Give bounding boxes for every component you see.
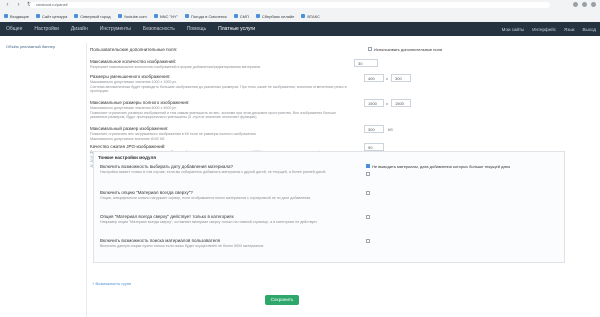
bookmark[interactable]: Сайт цензура <box>35 13 68 19</box>
bookmark-icon <box>301 14 306 18</box>
hide-future-label: Не выводить материалы, дата добавления к… <box>372 163 511 169</box>
user-search-label: Включить возможность поиска материалов п… <box>100 238 221 243</box>
full-size-label: Максимальные размеры полного изображения… <box>90 100 190 105</box>
module-settings-panel: Тонкие настройки модуля Включить возможн… <box>93 151 565 263</box>
thumb-width-input[interactable]: 400 <box>364 74 384 82</box>
language-link[interactable]: Язык <box>564 27 575 32</box>
nav-item-security[interactable]: Безопасность <box>137 26 181 32</box>
always-top-desc: Опция, специфически сильно нагружает сер… <box>100 196 312 200</box>
bookmark-label: Сайт цензура <box>41 13 68 19</box>
bookmark-label: Сбербанк онлайн <box>261 13 295 19</box>
always-top-categories-checkbox[interactable] <box>366 215 370 219</box>
thumb-size-desc: Максимально допустимые значения 1000 х 1… <box>90 80 347 94</box>
max-weight-unit: Кб <box>388 127 393 132</box>
bookmark-label: СМП <box>239 13 249 19</box>
save-button[interactable]: Сохранить <box>265 295 299 305</box>
bookmarks-bar: Входящие Сайт цензура Северный город You… <box>4 12 320 20</box>
address-bar[interactable]: cmsfood.ru/panel/ <box>30 2 550 8</box>
bookmark-icon <box>4 14 8 18</box>
bookmark-label: ВТАКС <box>307 13 320 19</box>
user-search-desc: Включить данную опцию нужно только если … <box>100 244 265 248</box>
max-weight-desc: Позволяет ограничить вес загружаемого из… <box>90 132 257 141</box>
date-select-checkbox[interactable] <box>366 172 370 176</box>
forward-icon[interactable]: › <box>15 2 22 9</box>
extension-icons <box>573 2 596 7</box>
bookmark-label: NNC "NY" <box>159 13 178 19</box>
thumb-height-input[interactable]: 300 <box>391 74 411 82</box>
nav-item-paid-services[interactable]: Платные услуги <box>212 26 261 32</box>
bookmark[interactable]: СМП <box>233 13 249 19</box>
nav-item-design[interactable]: Дизайн <box>65 26 94 32</box>
bookmark[interactable]: ВТАКС <box>301 14 320 19</box>
sidebar-title[interactable]: Объём рекламный баннер <box>6 44 55 49</box>
bookmark[interactable]: Северный город <box>74 13 111 19</box>
user-search-checkbox[interactable] <box>366 239 370 243</box>
top-right-menu: Мои сайты Интерфейс Язык Выход <box>502 22 596 36</box>
bookmark-label: Северный город <box>80 13 111 19</box>
my-sites-link[interactable]: Мои сайты <box>502 27 525 32</box>
logout-link[interactable]: Выход <box>583 27 596 32</box>
user-fields-label: Пользовательские дополнительные поля: <box>90 47 178 52</box>
groups-expand-link[interactable]: + Возможность групп <box>92 281 131 286</box>
full-height-input[interactable]: 1500 <box>391 99 411 107</box>
thumb-size-label: Размеры уменьшенного изображения: <box>90 74 171 79</box>
jpeg-quality-label: Качество сжатия JPG-изображений: <box>90 144 166 149</box>
times-sign: x <box>386 101 388 106</box>
always-top-categories-label: Опция "Материал всегда сверху" действует… <box>100 214 234 219</box>
bookmark-icon <box>117 14 122 18</box>
bookmark[interactable]: NNC "NY" <box>153 13 178 19</box>
bookmark-icon <box>184 14 189 18</box>
max-images-label: Максимальное количество изображений: <box>90 59 177 64</box>
max-images-desc: Разрешает максимальное количество изобра… <box>90 65 261 69</box>
bookmark-label: Погода в Смоленск <box>190 13 227 19</box>
interface-link[interactable]: Интерфейс <box>532 27 556 32</box>
bookmark[interactable]: Погода в Смоленск <box>184 13 227 19</box>
bookmark-icon <box>153 14 158 18</box>
bookmark[interactable]: Сбербанк онлайн <box>255 13 295 19</box>
full-size-desc: Максимально допустимые значения 4000 х 4… <box>90 106 337 120</box>
always-top-label: Включить опцию "Материал всегда сверху"? <box>100 190 193 195</box>
extension-icon[interactable] <box>582 2 587 7</box>
nav-item-tools[interactable]: Инструменты <box>94 26 137 32</box>
bookmark-icon <box>255 14 260 18</box>
bookmark-label: Youtube.com <box>123 13 147 19</box>
max-weight-label: Максимальный размер изображения: <box>90 126 169 131</box>
always-top-categories-desc: Например опция "Материал всегда сверху",… <box>100 220 318 224</box>
panel-title: Тонкие настройки модуля <box>98 155 156 160</box>
date-select-label: Включить возможность выбирать дату добав… <box>100 164 234 169</box>
nav-item-general[interactable]: Общее <box>0 26 28 32</box>
times-sign: x <box>386 76 388 81</box>
always-top-checkbox[interactable] <box>366 191 370 195</box>
max-images-select[interactable]: 30 <box>354 59 378 67</box>
nav-item-help[interactable]: Помощь <box>181 26 212 32</box>
bookmark-label: Входящие <box>10 13 29 19</box>
sidebar: Объём рекламный баннер <box>0 43 87 317</box>
bookmark-icon <box>74 14 79 18</box>
browser-chrome: ‹ › ↻ cmsfood.ru/panel/ Входящие Сайт це… <box>0 0 600 23</box>
bookmark[interactable]: Youtube.com <box>117 13 147 19</box>
user-fields-check-label: Использовать дополнительные поля <box>374 46 443 52</box>
max-weight-input[interactable]: 300 <box>364 125 384 133</box>
profile-icon[interactable] <box>591 2 596 7</box>
back-icon[interactable]: ‹ <box>4 2 11 9</box>
jpeg-quality-input[interactable]: 90 <box>364 143 384 151</box>
hide-future-checkbox[interactable] <box>366 164 370 168</box>
bookmark-icon <box>35 14 40 18</box>
bookmark-icon <box>233 14 238 18</box>
nav-item-settings[interactable]: Настройки <box>28 26 65 32</box>
user-fields-checkbox[interactable] <box>368 47 372 51</box>
date-select-desc: Настройка скажет только в том случае, ес… <box>100 170 327 174</box>
full-width-input[interactable]: 1500 <box>364 99 384 107</box>
bookmark[interactable]: Входящие <box>4 14 29 19</box>
top-navigation: Общее Настройки Дизайн Инструменты Безоп… <box>0 22 600 36</box>
extension-icon[interactable] <box>573 2 578 7</box>
